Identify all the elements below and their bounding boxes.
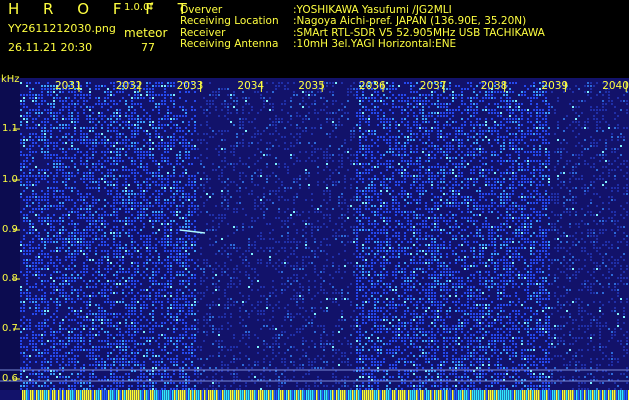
datetime-label: 26.11.21 20:30 — [8, 41, 93, 54]
x-tick-label: 2031 — [55, 80, 82, 92]
y-tick-label: 1.1 — [2, 123, 18, 134]
info-row-antenna: Receiving Antenna :10mH 3el.YAGI Horizon… — [180, 37, 545, 50]
x-tick-label: 2038 — [480, 80, 508, 92]
x-tick-label: 2037 — [419, 80, 447, 92]
app-title: H R O F F T — [8, 0, 197, 18]
x-tick-label: 2036 — [359, 80, 386, 92]
x-tick-label: 2040 — [602, 80, 629, 92]
mode-label: meteor — [124, 26, 168, 40]
info-value: :10mH 3el.YAGI Horizontal:ENE — [293, 37, 457, 50]
spectrogram-canvas — [0, 78, 629, 400]
y-tick-label: 0.8 — [2, 273, 18, 284]
meteor-count: 77 — [141, 41, 155, 54]
info-value: :Nagoya Aichi-pref. JAPAN (136.90E, 35.2… — [293, 15, 527, 28]
x-tick-label: 2034 — [237, 80, 265, 92]
y-tick-label: 0.6 — [2, 373, 18, 384]
info-label: Receiving Antenna — [180, 37, 279, 50]
y-tick-label: 1.0 — [2, 174, 18, 185]
info-label: Receiving Location — [180, 15, 279, 28]
y-tick-label: 0.9 — [2, 224, 18, 235]
x-tick-label: 2033 — [176, 80, 204, 92]
version-label: 1.0.0f — [124, 2, 153, 13]
x-tick-label: 2035 — [298, 80, 325, 92]
header-panel: H R O F F T 1.0.0f YY2611212030.png mete… — [0, 0, 629, 78]
filename-label: YY2611212030.png — [8, 22, 116, 35]
x-tick-label: 2039 — [541, 80, 569, 92]
spectrogram — [0, 78, 629, 400]
info-row-location: Receiving Location :Nagoya Aichi-pref. J… — [180, 15, 545, 28]
station-info: Overver :YOSHIKAWA Yasufumi /JG2MLI Rece… — [180, 4, 545, 50]
axis-unit-label: kHz — [1, 74, 20, 85]
y-tick-label: 0.7 — [2, 323, 18, 334]
x-tick-label: 2032 — [115, 80, 143, 92]
